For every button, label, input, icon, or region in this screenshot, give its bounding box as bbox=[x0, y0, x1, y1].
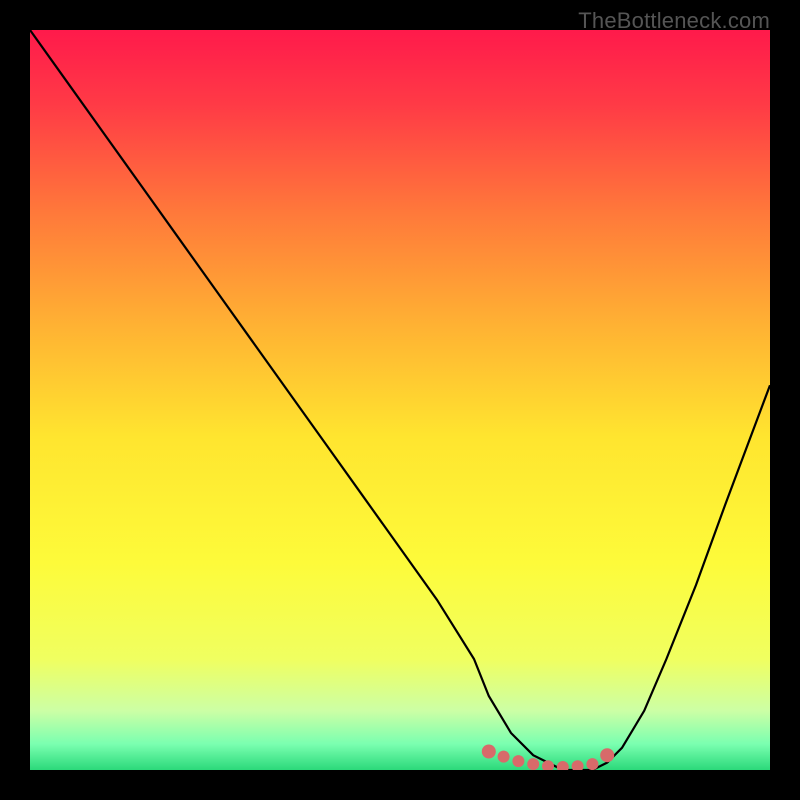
bottleneck-chart: TheBottleneck.com bbox=[0, 0, 800, 800]
optimal-range-dots bbox=[30, 30, 770, 770]
watermark-label: TheBottleneck.com bbox=[578, 8, 770, 34]
plot-area bbox=[30, 30, 770, 770]
